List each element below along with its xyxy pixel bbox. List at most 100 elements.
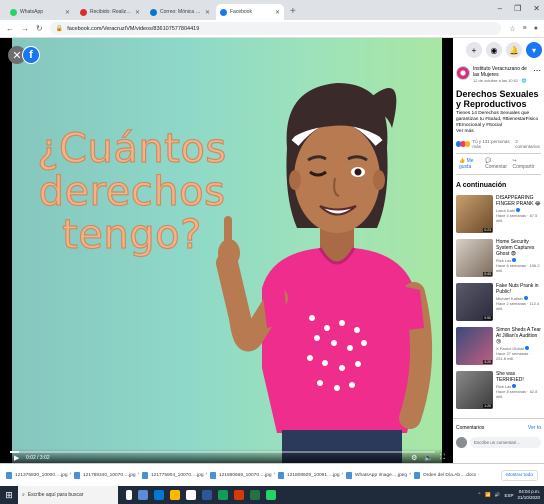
page-avatar[interactable] <box>456 66 470 80</box>
comments-count[interactable]: 3 comentarios <box>515 139 541 149</box>
suggested-video-item[interactable]: 3:20 Simon Sheds A Tear At Jillian's Aud… <box>453 324 544 368</box>
video-thumbnail[interactable]: 1:20 <box>456 371 493 409</box>
close-window-button[interactable]: ✕ <box>533 4 540 13</box>
close-tab-icon[interactable]: ✕ <box>205 9 210 16</box>
see-more-link[interactable]: Ver más <box>456 129 541 135</box>
suggested-video-title[interactable]: DISAPPEARING FINGER PRANK 😂 <box>496 195 541 207</box>
suggested-video-item[interactable]: 1:20 She was TERRIFIED! Rick Lax Hace 8 … <box>453 368 544 412</box>
download-item[interactable]: 121808609_10091….jpg ^ <box>278 471 343 479</box>
address-bar-row: ← → ↻ 🔒 facebook.com/VeracruzIVM/videos/… <box>0 20 544 38</box>
close-tab-icon[interactable]: ✕ <box>275 9 280 16</box>
tray-arrow-icon[interactable]: ⌃ <box>477 492 481 498</box>
notifications-icon[interactable]: 🔔 <box>506 42 522 58</box>
back-arrow-icon[interactable]: ← <box>6 24 14 33</box>
download-item[interactable]: Orden del Día.Ab….docx^ <box>414 471 479 479</box>
star-icon[interactable]: ☆ <box>509 25 515 33</box>
download-item[interactable]: WhatsApp Image….jpeg ^ <box>346 471 411 479</box>
close-tab-icon[interactable]: ✕ <box>135 9 140 16</box>
browser-tab-active[interactable]: Facebook ✕ <box>216 4 284 20</box>
chevron-up-icon[interactable]: ^ <box>138 473 139 478</box>
comment-composer: Escribe un comentari… <box>453 434 544 451</box>
reload-icon[interactable]: ↻ <box>36 24 43 33</box>
download-item[interactable]: 121775904_10070….jpg ^ <box>142 471 207 479</box>
fullscreen-icon[interactable]: ⛶ <box>440 454 445 462</box>
extensions-icon[interactable]: ≡ <box>523 25 527 33</box>
new-tab-button[interactable]: + <box>290 6 296 17</box>
minimize-button[interactable]: – <box>498 4 502 13</box>
chevron-up-icon[interactable]: ^ <box>478 473 479 478</box>
verified-badge-icon <box>512 384 517 388</box>
task-view-icon[interactable] <box>138 490 148 500</box>
whatsapp-taskbar-icon[interactable] <box>266 490 276 500</box>
download-item[interactable]: 121376830_10000….jpg ^ <box>6 471 71 479</box>
maximize-button[interactable]: ❐ <box>514 4 521 13</box>
play-icon[interactable]: ▶ <box>14 454 19 462</box>
show-all-downloads-button[interactable]: Mostrar todo <box>501 469 538 481</box>
windows-start-icon[interactable]: ⊞ <box>0 486 18 504</box>
page-name[interactable]: Instituto Veracruzano de las Mujeres <box>473 66 531 78</box>
suggested-video-title[interactable]: Fake Nuts Prank in Public! <box>496 283 541 295</box>
video-thumbnail[interactable]: 3:20 <box>456 327 493 365</box>
settings-icon[interactable]: ⚙ <box>411 454 417 462</box>
video-progress-bar[interactable] <box>10 451 435 453</box>
comment-button[interactable]: 💬 Comentar <box>485 158 512 170</box>
video-thumbnail[interactable]: 0:50 <box>456 283 493 321</box>
edge-icon[interactable] <box>154 490 164 500</box>
more-options-icon[interactable]: ⋯ <box>533 66 541 75</box>
speaker-icon[interactable]: 🔊 <box>495 492 501 498</box>
messenger-icon[interactable]: ◉ <box>486 42 502 58</box>
chevron-up-icon[interactable]: ^ <box>206 473 207 478</box>
suggested-video-item[interactable]: 0:50 Fake Nuts Prank in Public! Michael … <box>453 280 544 324</box>
like-button[interactable]: 👍 Me gusta <box>459 158 485 170</box>
store-icon[interactable] <box>186 490 196 500</box>
account-menu-icon[interactable]: ▾ <box>526 42 542 58</box>
word-icon[interactable] <box>202 490 212 500</box>
close-tab-icon[interactable]: ✕ <box>65 9 70 16</box>
video-player[interactable]: ¿Cuántos derechos tengo? ✕ f ▶ 0:02 / 3:… <box>0 38 453 463</box>
powerpoint-icon[interactable] <box>234 490 244 500</box>
browser-toolbar: ☆ ≡ ● <box>509 25 538 33</box>
browser-tab[interactable]: WhatsApp ✕ <box>6 4 74 20</box>
profile-icon[interactable]: ● <box>534 25 538 33</box>
file-icon <box>6 471 12 479</box>
file-icon <box>74 471 80 479</box>
cortana-icon[interactable] <box>126 490 132 500</box>
chrome-icon[interactable] <box>218 490 228 500</box>
suggested-video-title[interactable]: Simon Sheds A Tear At Jillian's Audition… <box>496 327 541 345</box>
download-items: 121376830_10000….jpg ^ 121768340_10070….jp… <box>6 471 482 479</box>
video-thumbnail[interactable]: 0:23 <box>456 195 493 233</box>
post-date[interactable]: 12 de octubre a las 10:01 · 🌐 <box>473 78 531 83</box>
download-item[interactable]: 121768340_10070….jpg ^ <box>74 471 139 479</box>
video-thumbnail[interactable]: 0:43 <box>456 239 493 277</box>
reaction-icons[interactable]: Tú y 131 personas más <box>456 139 515 149</box>
suggested-video-item[interactable]: 0:43 Home Security System Captures Ghost… <box>453 236 544 280</box>
forward-arrow-icon[interactable]: → <box>21 24 29 33</box>
browser-tab[interactable]: Recibido: Realizar Facebook e impartir… … <box>76 4 144 20</box>
download-item[interactable]: 121860669_10070….jpg ^ <box>210 471 275 479</box>
comments-header: Comentarios Ver to <box>453 418 544 434</box>
suggested-video-title[interactable]: She was TERRIFIED! <box>496 371 541 383</box>
create-icon[interactable]: + <box>466 42 482 58</box>
wifi-icon[interactable]: 📶 <box>485 492 491 498</box>
file-explorer-icon[interactable] <box>170 490 180 500</box>
url-input[interactable]: 🔒 facebook.com/VeracruzIVM/videos/836107… <box>49 22 502 35</box>
volume-icon[interactable]: 🔈 <box>424 454 433 462</box>
facebook-logo-icon[interactable]: f <box>22 46 40 64</box>
system-clock[interactable]: 04:04 p.m. 21/10/2020 <box>517 489 540 501</box>
browser-tab[interactable]: Correo: Mónica Gabriel Bernal… ✕ <box>146 4 214 20</box>
chevron-up-icon[interactable]: ^ <box>274 473 275 478</box>
post-description-text: Tienes 14 Derechos Sexuales que garantiz… <box>456 111 539 128</box>
chevron-up-icon[interactable]: ^ <box>70 473 71 478</box>
taskbar-search-input[interactable]: ⌕ Escribe aquí para buscar <box>18 486 118 504</box>
language-indicator[interactable]: ESP <box>504 493 513 498</box>
chevron-up-icon[interactable]: ^ <box>409 473 411 478</box>
excel-icon[interactable] <box>250 490 260 500</box>
suggested-video-title[interactable]: Home Security System Captures Ghost 😨 <box>496 239 541 257</box>
suggested-video-meta: Hace 2 semanas · 112.4 mill. <box>496 301 540 311</box>
suggested-video-meta: Hace 27 semanas · 251.8 mill. <box>496 351 531 361</box>
see-all-comments-link[interactable]: Ver to <box>528 425 541 431</box>
comment-input[interactable]: Escribe un comentari… <box>470 437 541 448</box>
share-button[interactable]: ↪ Compartir <box>513 158 539 170</box>
chevron-up-icon[interactable]: ^ <box>342 473 343 478</box>
suggested-video-item[interactable]: 0:23 DISAPPEARING FINGER PRANK 😂 Lakul D… <box>453 192 544 236</box>
